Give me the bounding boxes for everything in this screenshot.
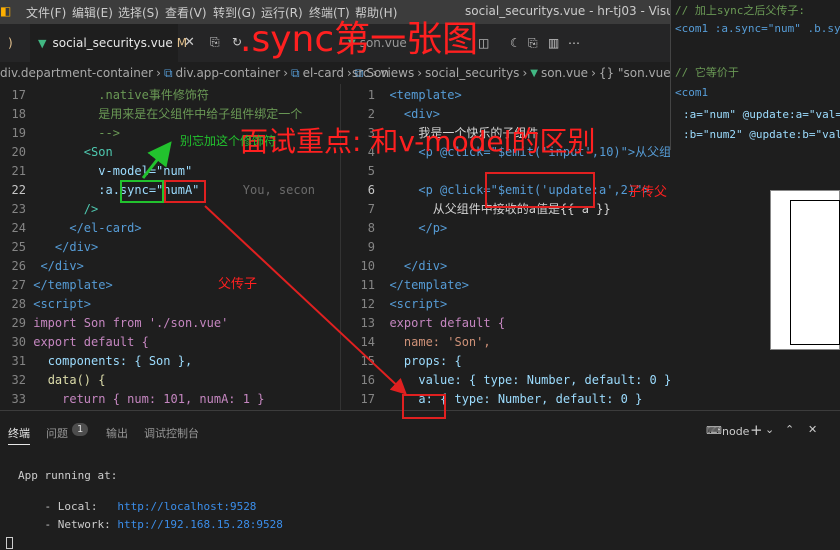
annotation-arrows [141,141,407,395]
red-arrow-parent-to-child [204,205,407,395]
green-arrow [141,141,172,179]
